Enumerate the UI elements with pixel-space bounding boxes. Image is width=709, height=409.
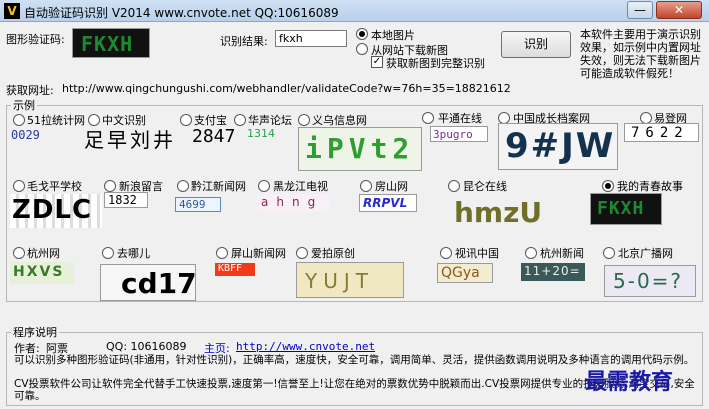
captcha-kunlun: hmzU	[454, 196, 543, 229]
example-label: 昆仑在线	[463, 180, 507, 193]
example-radio[interactable]	[234, 114, 246, 126]
example-radio[interactable]	[296, 247, 308, 259]
example-label: 我的青春故事	[617, 180, 683, 193]
example-label: 华声论坛	[248, 114, 292, 127]
captcha-qianjiang: 4699	[175, 197, 221, 212]
qq-text: QQ: 10616089	[106, 340, 187, 353]
captcha-sina: 1832	[104, 192, 148, 208]
notice-text: 本软件主要用于演示识别效果，如示例中内置网址失效，则无法下载新图片可能造成软件假…	[580, 28, 701, 80]
captcha-yideng: 7622	[624, 123, 699, 142]
current-captcha-text: FKXH	[81, 32, 134, 56]
example-radio[interactable]	[180, 114, 192, 126]
fetch-full-checkbox[interactable]: ✓	[371, 56, 383, 68]
homepage-link[interactable]: http://www.cnvote.net	[236, 340, 375, 353]
example-radio[interactable]	[448, 180, 460, 192]
example-label: 屏山新闻网	[231, 247, 286, 260]
captcha-maogeping: ZDLC	[10, 194, 102, 228]
watermark-text: 最需教育	[585, 369, 674, 395]
example-label: 去哪儿	[117, 247, 150, 260]
captcha-label: 图形验证码:	[6, 33, 65, 46]
title-bar: V 自动验证码识别 V2014 www.cnvote.net QQ:106160…	[0, 0, 709, 22]
window-title: 自动验证码识别 V2014 www.cnvote.net QQ:10616089	[24, 6, 339, 20]
captcha-pingshan: KBFF	[215, 263, 255, 276]
program-legend: 程序说明	[13, 326, 57, 339]
example-radio[interactable]	[104, 180, 116, 192]
example-radio[interactable]	[360, 180, 372, 192]
captcha-chinese: 足早刘井	[84, 128, 176, 152]
example-radio[interactable]	[258, 180, 270, 192]
captcha-huasheng: 1314	[247, 127, 275, 140]
captcha-shixun: QGya	[437, 263, 493, 283]
radio-local-image-label: 本地图片	[371, 29, 415, 42]
example-label: 黑龙江电视	[273, 180, 328, 193]
app-icon: V	[4, 3, 20, 19]
example-radio[interactable]	[13, 180, 25, 192]
example-label: 房山网	[375, 180, 408, 193]
captcha-fangshan: RRPVL	[359, 194, 417, 212]
example-radio[interactable]	[298, 114, 310, 126]
captcha-hangzhou: HXVS	[10, 262, 74, 284]
radio-download-web[interactable]	[356, 43, 368, 55]
url-value[interactable]: http://www.qingchungushi.com/webhandler/…	[62, 82, 511, 95]
example-label: 毛戈平学校	[27, 180, 82, 193]
example-label: 视讯中国	[455, 247, 499, 260]
example-label: 北京广播网	[618, 247, 673, 260]
captcha-pingtong: 3pugro	[430, 126, 488, 142]
example-label: 义乌信息网	[312, 114, 367, 127]
examples-legend: 示例	[13, 99, 35, 112]
radio-local-image[interactable]	[356, 28, 368, 40]
url-label: 获取网址:	[6, 84, 54, 97]
captcha-beijing-radio: 5-0=?	[604, 265, 696, 297]
recognize-button[interactable]: 识别	[501, 31, 571, 58]
result-label: 识别结果:	[220, 35, 268, 48]
captcha-growth: 9#JW	[498, 123, 618, 170]
current-captcha-image: FKXH	[72, 28, 150, 58]
example-radio[interactable]	[216, 247, 228, 259]
example-radio[interactable]	[603, 247, 615, 259]
captcha-51la: 0029	[11, 128, 40, 142]
captcha-qunar: cd17	[100, 264, 196, 301]
captcha-alipay: 2847	[192, 126, 236, 147]
example-radio[interactable]	[13, 114, 25, 126]
example-label: 爱拍原创	[311, 247, 355, 260]
captcha-aipai: YUJT	[296, 262, 404, 298]
example-radio[interactable]	[422, 112, 434, 124]
close-button[interactable]: ✕	[656, 1, 702, 19]
example-label: 杭州新闻	[540, 247, 584, 260]
captcha-qingchun: FKXH	[590, 193, 662, 225]
example-radio[interactable]	[440, 247, 452, 259]
example-label: 杭州网	[27, 247, 60, 260]
example-radio[interactable]	[177, 180, 189, 192]
example-radio[interactable]	[102, 247, 114, 259]
fetch-full-label: 获取新图到完整识别	[386, 57, 485, 70]
result-input[interactable]: fkxh	[275, 30, 347, 47]
example-label: 51拉统计网	[27, 114, 85, 127]
minimize-button[interactable]: —	[627, 1, 653, 19]
captcha-hangzhou-news: 11+20=	[521, 263, 585, 281]
example-label: 黔江新闻网	[191, 180, 246, 193]
example-radio[interactable]	[525, 247, 537, 259]
example-radio[interactable]	[13, 247, 25, 259]
captcha-yiwu: iPVt2	[298, 127, 422, 171]
example-label: 平通在线	[438, 112, 482, 125]
captcha-heilongjiang: ahng	[257, 194, 329, 212]
example-radio-selected[interactable]	[602, 180, 614, 192]
